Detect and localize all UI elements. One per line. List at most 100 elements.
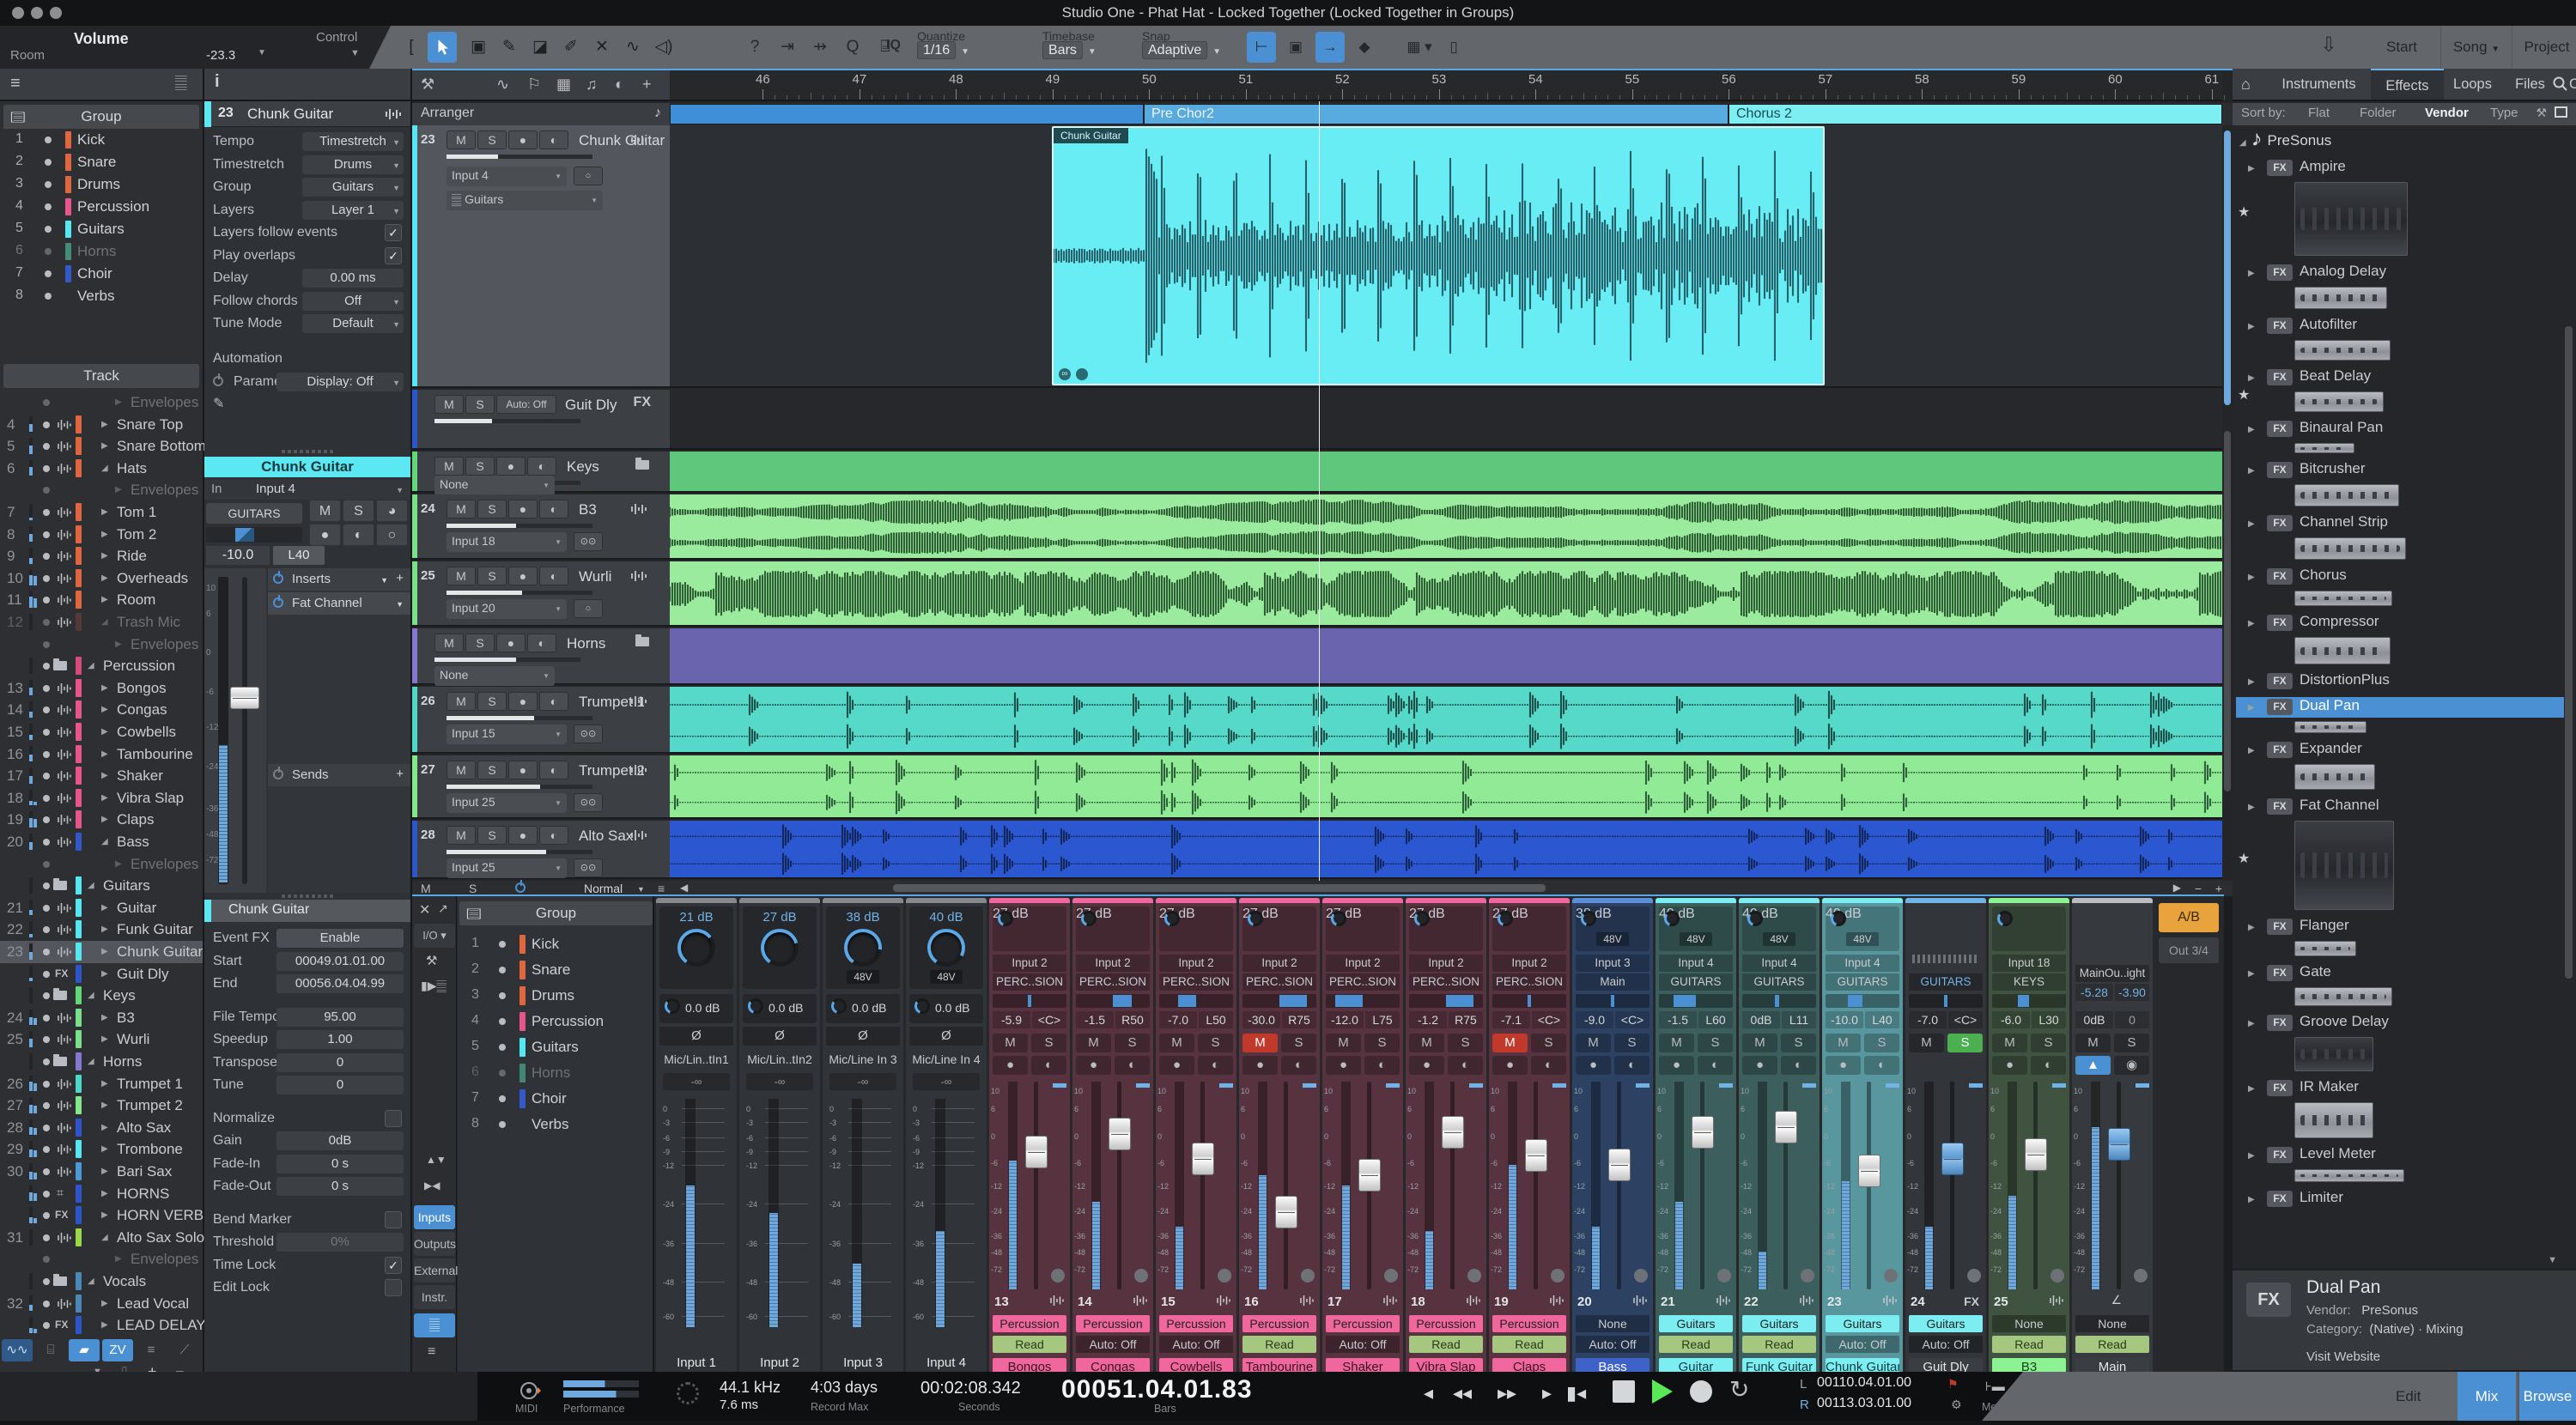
prev-marker-icon[interactable]: ◂	[1424, 1382, 1433, 1404]
group-active-dot[interactable]	[499, 1095, 506, 1102]
mute-button[interactable]: M	[1909, 1034, 1944, 1052]
monitor-button[interactable]: ○	[376, 524, 408, 546]
track-active-dot[interactable]	[43, 839, 50, 846]
event-checkbox[interactable]: ✓	[385, 1256, 402, 1274]
track-row[interactable]: 8 ▶ Tom 2	[0, 524, 203, 546]
trim-knob[interactable]	[748, 998, 763, 1014]
nav-outputs[interactable]: Outputs	[414, 1232, 456, 1256]
expand-caret[interactable]: ◢	[88, 661, 94, 670]
mixer-group-row[interactable]: 5 Guitars	[459, 1035, 653, 1059]
volume-value[interactable]: 0dB	[1742, 1011, 1780, 1028]
mixer-group-row[interactable]: 6 Horns	[459, 1061, 653, 1085]
effect-item[interactable]: ▶ FX Limiter	[2236, 1189, 2564, 1210]
pan-bar[interactable]	[1576, 994, 1649, 1008]
solo-button[interactable]: S	[477, 761, 507, 779]
expand-caret[interactable]: ▶	[101, 749, 108, 759]
group-active-dot[interactable]	[45, 136, 52, 143]
automation-badge[interactable]: Auto: Off	[1909, 1336, 1983, 1353]
fader-cap[interactable]	[1692, 1116, 1714, 1149]
project-page-button[interactable]: Project	[2518, 26, 2576, 69]
pan-bar[interactable]	[1742, 994, 1816, 1008]
input-select[interactable]: None ▼	[434, 476, 555, 495]
effect-thumbnail[interactable]	[2294, 637, 2391, 664]
event-row[interactable]: Tune 0	[204, 1074, 410, 1096]
solo-button[interactable]: S	[1364, 1034, 1400, 1052]
bars-display[interactable]: 00051.04.01.83	[1061, 1375, 1253, 1404]
expand-caret[interactable]: ▶	[101, 925, 108, 934]
inspector-row[interactable]: Layers follow events ✓	[204, 221, 410, 244]
automation-badge[interactable]: Auto: Off	[1326, 1336, 1400, 1353]
trim-knob[interactable]	[914, 998, 930, 1014]
group-row[interactable]: 8 Verbs	[3, 285, 199, 307]
mixer-channel[interactable]: 27 dBInput 2PERC..SION-7.0L50MS●◐1060-6-…	[1156, 898, 1236, 1377]
track-row[interactable]: ▶ Envelopes	[0, 634, 203, 656]
track-row[interactable]: 29 ▶ Trombone	[0, 1138, 203, 1161]
fader-cap[interactable]	[2025, 1137, 2047, 1171]
zoom-out-icon[interactable]: −	[2195, 882, 2202, 895]
track-row[interactable]: 26 ▶ Trumpet 1	[0, 1073, 203, 1095]
gain-knob[interactable]	[677, 929, 715, 967]
track-row[interactable]: ◢ Horns	[0, 1051, 203, 1073]
record-button[interactable]: ●	[508, 567, 538, 585]
solo-button[interactable]: S	[465, 457, 495, 476]
group-badge[interactable]: Percussion	[1409, 1315, 1483, 1332]
track-row[interactable]: 24 ▶ B3	[0, 1007, 203, 1029]
track-lane[interactable]	[670, 628, 2222, 685]
mute-button[interactable]: M	[993, 1034, 1028, 1052]
expand-caret[interactable]: ◢	[88, 881, 94, 890]
mute-button[interactable]: M	[1076, 1034, 1111, 1052]
snap-stretch-toggle[interactable]: ◆	[1350, 32, 1379, 63]
inspector-row[interactable]: Play overlaps ✓	[204, 245, 410, 267]
effect-thumbnail[interactable]	[2294, 764, 2375, 790]
track-row[interactable]: FX ▶ Guit Dly	[0, 963, 203, 985]
gain-knob[interactable]	[1081, 911, 1097, 926]
mixer-channel[interactable]: 27 dB 0.0 dB Ø Mic/Lin..tIn2 -∞ 0 -3 -6 -9 -12 -24…	[739, 898, 820, 1375]
track-row[interactable]: 22 ▶ Funk Guitar	[0, 919, 203, 941]
midi-indicator[interactable]	[519, 1380, 544, 1401]
marker-flag-icon[interactable]: ⚑	[1947, 1377, 1959, 1392]
inspector-checkbox[interactable]: ✓	[385, 246, 402, 264]
track-active-dot[interactable]	[43, 663, 50, 670]
pan-bar[interactable]	[1242, 994, 1316, 1008]
track-row[interactable]: 23 ▶ Chunk Guitar	[0, 941, 203, 963]
tab-effects[interactable]: Effects	[2371, 69, 2444, 100]
pan-button[interactable]: ◐	[527, 457, 556, 476]
mute-button[interactable]: M	[1992, 1034, 2027, 1052]
edit-wrench-icon[interactable]: ⚒	[421, 76, 434, 94]
record-button[interactable]: ●	[309, 524, 341, 546]
volume-value[interactable]: -1.2	[1409, 1011, 1447, 1028]
volume-value[interactable]: 0dB	[2075, 1011, 2113, 1028]
parameter-display[interactable]: Volume Room -23.3 ▼ Control ▼	[0, 26, 391, 69]
parameter-value[interactable]: Display: Off	[276, 372, 404, 391]
mute-button[interactable]: M	[1492, 1034, 1528, 1052]
add-insert-icon[interactable]: +	[396, 571, 404, 585]
precount-icon[interactable]: ●	[2020, 1379, 2023, 1393]
group-badge[interactable]: Guitars	[1826, 1315, 1899, 1332]
mixer-group-row[interactable]: 1 Kick	[459, 932, 653, 956]
mixer-channel[interactable]: 40 dB48VInput 4GUITARS-1.5L60MS●◐1060-6-…	[1656, 898, 1736, 1377]
track-row[interactable]: 18 ▶ Vibra Slap	[0, 787, 203, 810]
group-active-dot[interactable]	[45, 226, 52, 233]
event-row[interactable]: Threshold 0%	[204, 1231, 410, 1253]
inspector-row[interactable]: Delay 0.00 ms	[204, 267, 410, 289]
volume-value[interactable]: -1.5	[1659, 1011, 1697, 1028]
polarity-button[interactable]: Ø	[659, 1027, 733, 1046]
effect-thumbnail[interactable]	[2294, 537, 2406, 560]
trim-knob[interactable]	[831, 998, 847, 1014]
effect-item[interactable]: ▶ FX Binaural Pan	[2236, 419, 2564, 440]
polarity-button[interactable]: Ø	[909, 1027, 983, 1046]
thumbnails-toggle-icon[interactable]	[2555, 106, 2567, 118]
track-row[interactable]: 5 ▶ Snare Bottom	[0, 435, 206, 458]
performance-label[interactable]: Performance	[563, 1403, 625, 1415]
narrow-icon[interactable]: ▶◀	[424, 1179, 440, 1192]
click-wrench-icon[interactable]: ⚒	[2042, 1379, 2053, 1394]
monitor-button[interactable]: ◐	[1198, 1056, 1233, 1075]
dim-button[interactable]: ◉	[2114, 1056, 2149, 1075]
effect-item[interactable]: ▶ FX Level Meter	[2236, 1145, 2564, 1166]
mute-button[interactable]: M	[447, 130, 476, 149]
monitor-button[interactable]: ○	[574, 599, 603, 618]
expand-caret[interactable]: ◢	[101, 1233, 108, 1242]
gain-knob[interactable]	[998, 911, 1013, 926]
track-row[interactable]: 20 ◢ Bass	[0, 831, 203, 853]
event-row-value[interactable]: Enable	[276, 929, 404, 948]
